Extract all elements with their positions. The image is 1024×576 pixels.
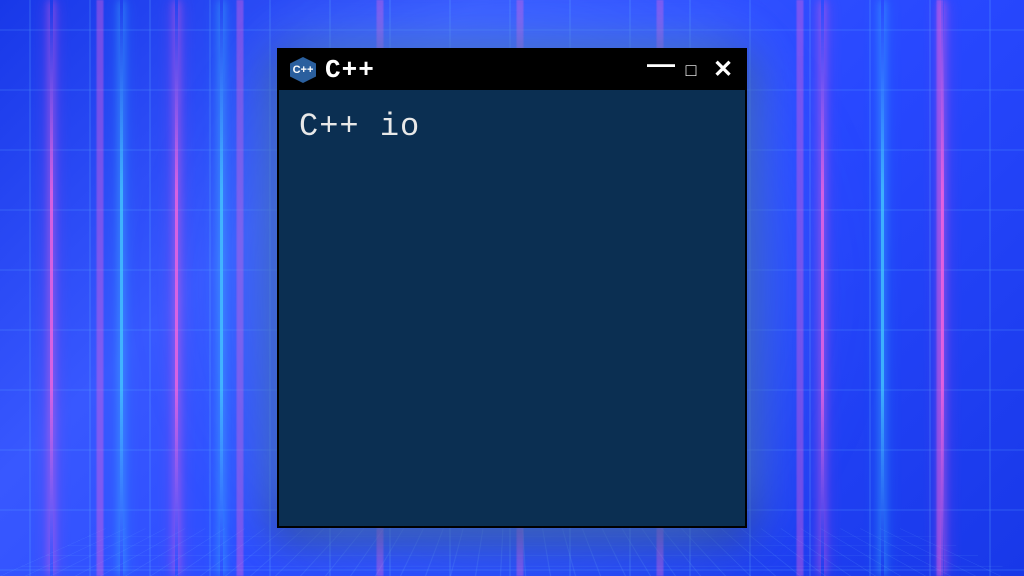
maximize-button[interactable]: □ <box>679 61 703 79</box>
window-title: C++ <box>325 55 639 85</box>
titlebar[interactable]: C++ C++ — □ ✕ <box>279 50 745 90</box>
close-button[interactable]: ✕ <box>711 58 735 82</box>
terminal-text: C++ io <box>299 108 420 145</box>
minimize-button[interactable]: — <box>647 50 671 78</box>
window-controls: — □ ✕ <box>647 56 735 84</box>
grid-decoration <box>0 528 1024 576</box>
cpp-icon: C++ <box>289 56 317 84</box>
terminal-window: C++ C++ — □ ✕ C++ io <box>277 48 747 528</box>
terminal-content[interactable]: C++ io <box>279 90 745 526</box>
